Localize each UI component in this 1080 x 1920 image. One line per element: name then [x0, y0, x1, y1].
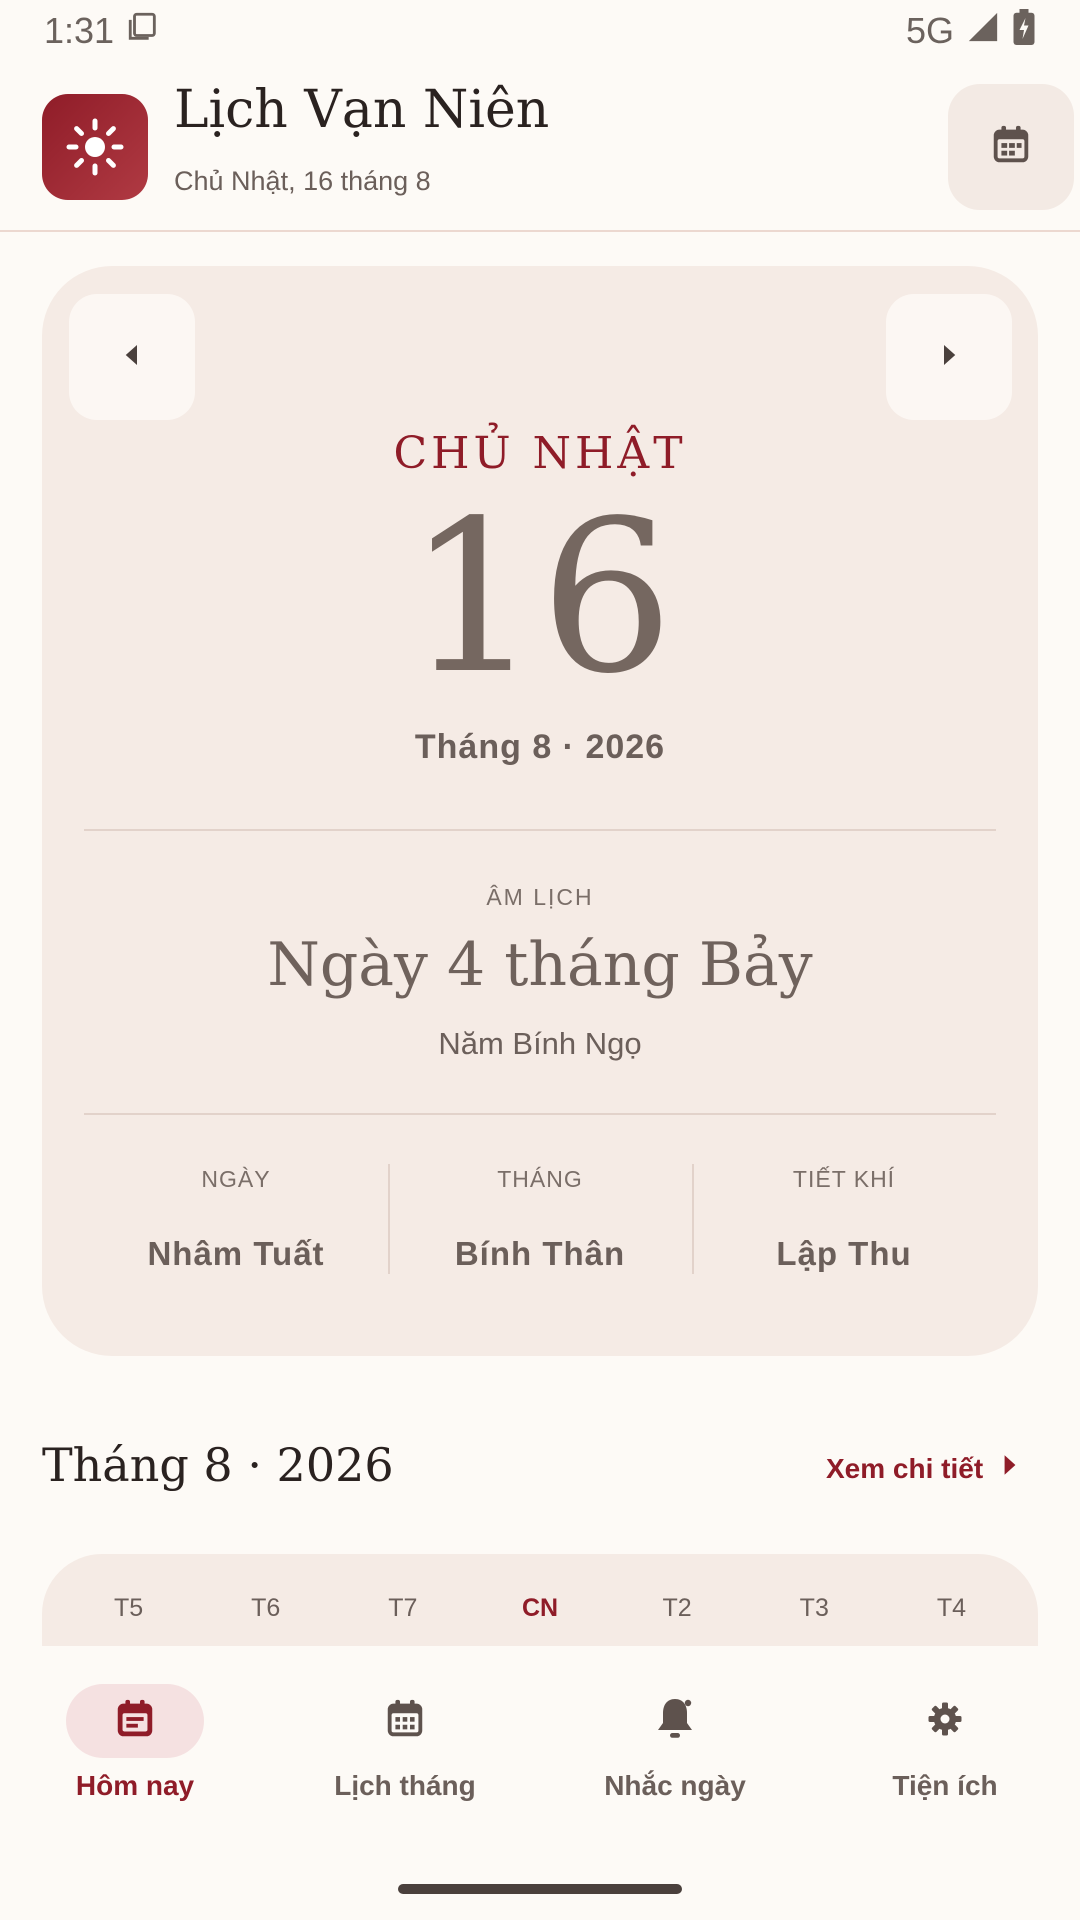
sun-logo-icon — [42, 94, 148, 200]
month-section-title: Tháng 8 · 2026 — [42, 1438, 394, 1492]
status-bar: 1:31 5G — [0, 0, 1080, 62]
lunar-section-label: ÂM LỊCH — [486, 884, 594, 910]
app-subtitle: Chủ Nhật, 16 tháng 8 — [174, 166, 431, 196]
nav-tab-indicator — [606, 1684, 744, 1758]
can-chi-day: NGÀY Nhâm Tuất — [84, 1160, 388, 1276]
app-header: Lịch Vạn Niên Chủ Nhật, 16 tháng 8 — [0, 62, 1080, 232]
nav-tab-label: Hôm nay — [75, 1770, 195, 1801]
app-title: Lịch Vạn Niên — [174, 80, 550, 140]
signal-icon — [966, 10, 1000, 53]
month-year-label: Tháng 8 · 2026 — [414, 728, 666, 766]
chevron-left-icon — [117, 340, 147, 375]
calendar-picker-button[interactable] — [948, 84, 1074, 210]
can-chi-label: THÁNG — [497, 1166, 583, 1192]
weekday-header-sunday: CN — [521, 1594, 559, 1622]
nav-tab-today[interactable]: Hôm nay — [0, 1646, 270, 1920]
view-details-link[interactable]: Xem chi tiết — [826, 1452, 1021, 1485]
chevron-right-icon — [934, 340, 964, 375]
can-chi-label: TIẾT KHÍ — [792, 1166, 896, 1192]
battery-charging-icon — [1012, 8, 1036, 54]
lunar-year: Năm Bính Ngọ — [438, 1026, 642, 1061]
weekday-header: T6 — [251, 1594, 281, 1622]
can-chi-value: Lập Thu — [776, 1235, 912, 1272]
can-chi-solar-term: TIẾT KHÍ Lập Thu — [692, 1160, 996, 1276]
nav-tab-label: Nhắc ngày — [604, 1770, 746, 1801]
weekday-header: T7 — [388, 1594, 418, 1622]
weekday-label: CHỦ NHẬT — [393, 428, 687, 479]
chevron-right-icon — [999, 1452, 1021, 1485]
next-day-button[interactable] — [886, 294, 1012, 420]
bottom-navigation: Hôm nay Lịch tháng Nhắc ngày Tiện ích — [0, 1646, 1080, 1920]
nav-tab-indicator — [876, 1684, 1014, 1758]
nav-tab-indicator — [336, 1684, 474, 1758]
weekday-header: T5 — [113, 1594, 144, 1622]
can-chi-value: Nhâm Tuất — [147, 1235, 325, 1272]
day-number: 16 — [406, 475, 674, 720]
bell-icon — [651, 1695, 699, 1748]
card-divider — [84, 829, 996, 831]
nav-tab-utilities[interactable]: Tiện ích — [810, 1646, 1080, 1920]
can-chi-month: THÁNG Bính Thân — [388, 1160, 692, 1276]
nav-tab-label: Tiện ích — [892, 1770, 998, 1801]
weekday-header-row: T5 T6 T7 CN T2 T3 T4 — [60, 1594, 1020, 1623]
calendar-icon — [988, 122, 1034, 173]
calendar-today-icon — [112, 1696, 158, 1747]
nav-tab-reminders[interactable]: Nhắc ngày — [540, 1646, 810, 1920]
nav-tab-month-calendar[interactable]: Lịch tháng — [270, 1646, 540, 1920]
previous-day-button[interactable] — [69, 294, 195, 420]
can-chi-value: Bính Thân — [454, 1235, 626, 1272]
view-details-label: Xem chi tiết — [826, 1452, 984, 1484]
card-divider — [84, 1113, 996, 1115]
weekday-header: T3 — [799, 1594, 829, 1622]
status-time: 1:31 — [44, 10, 115, 51]
weekday-header: T4 — [936, 1594, 966, 1622]
network-type: 5G — [905, 10, 954, 51]
nav-tab-indicator — [66, 1684, 204, 1758]
gear-icon — [927, 1701, 963, 1742]
calendar-month-icon — [382, 1696, 428, 1747]
nav-tab-label: Lịch tháng — [334, 1770, 476, 1801]
screenshot-notification-icon — [126, 10, 160, 53]
can-chi-row: NGÀY Nhâm Tuất THÁNG Bính Thân TIẾT KHÍ … — [84, 1160, 996, 1276]
home-indicator[interactable] — [398, 1884, 682, 1894]
weekday-header: T2 — [662, 1594, 692, 1622]
lunar-date: Ngày 4 tháng Bảy — [267, 930, 813, 1000]
can-chi-label: NGÀY — [201, 1166, 271, 1192]
